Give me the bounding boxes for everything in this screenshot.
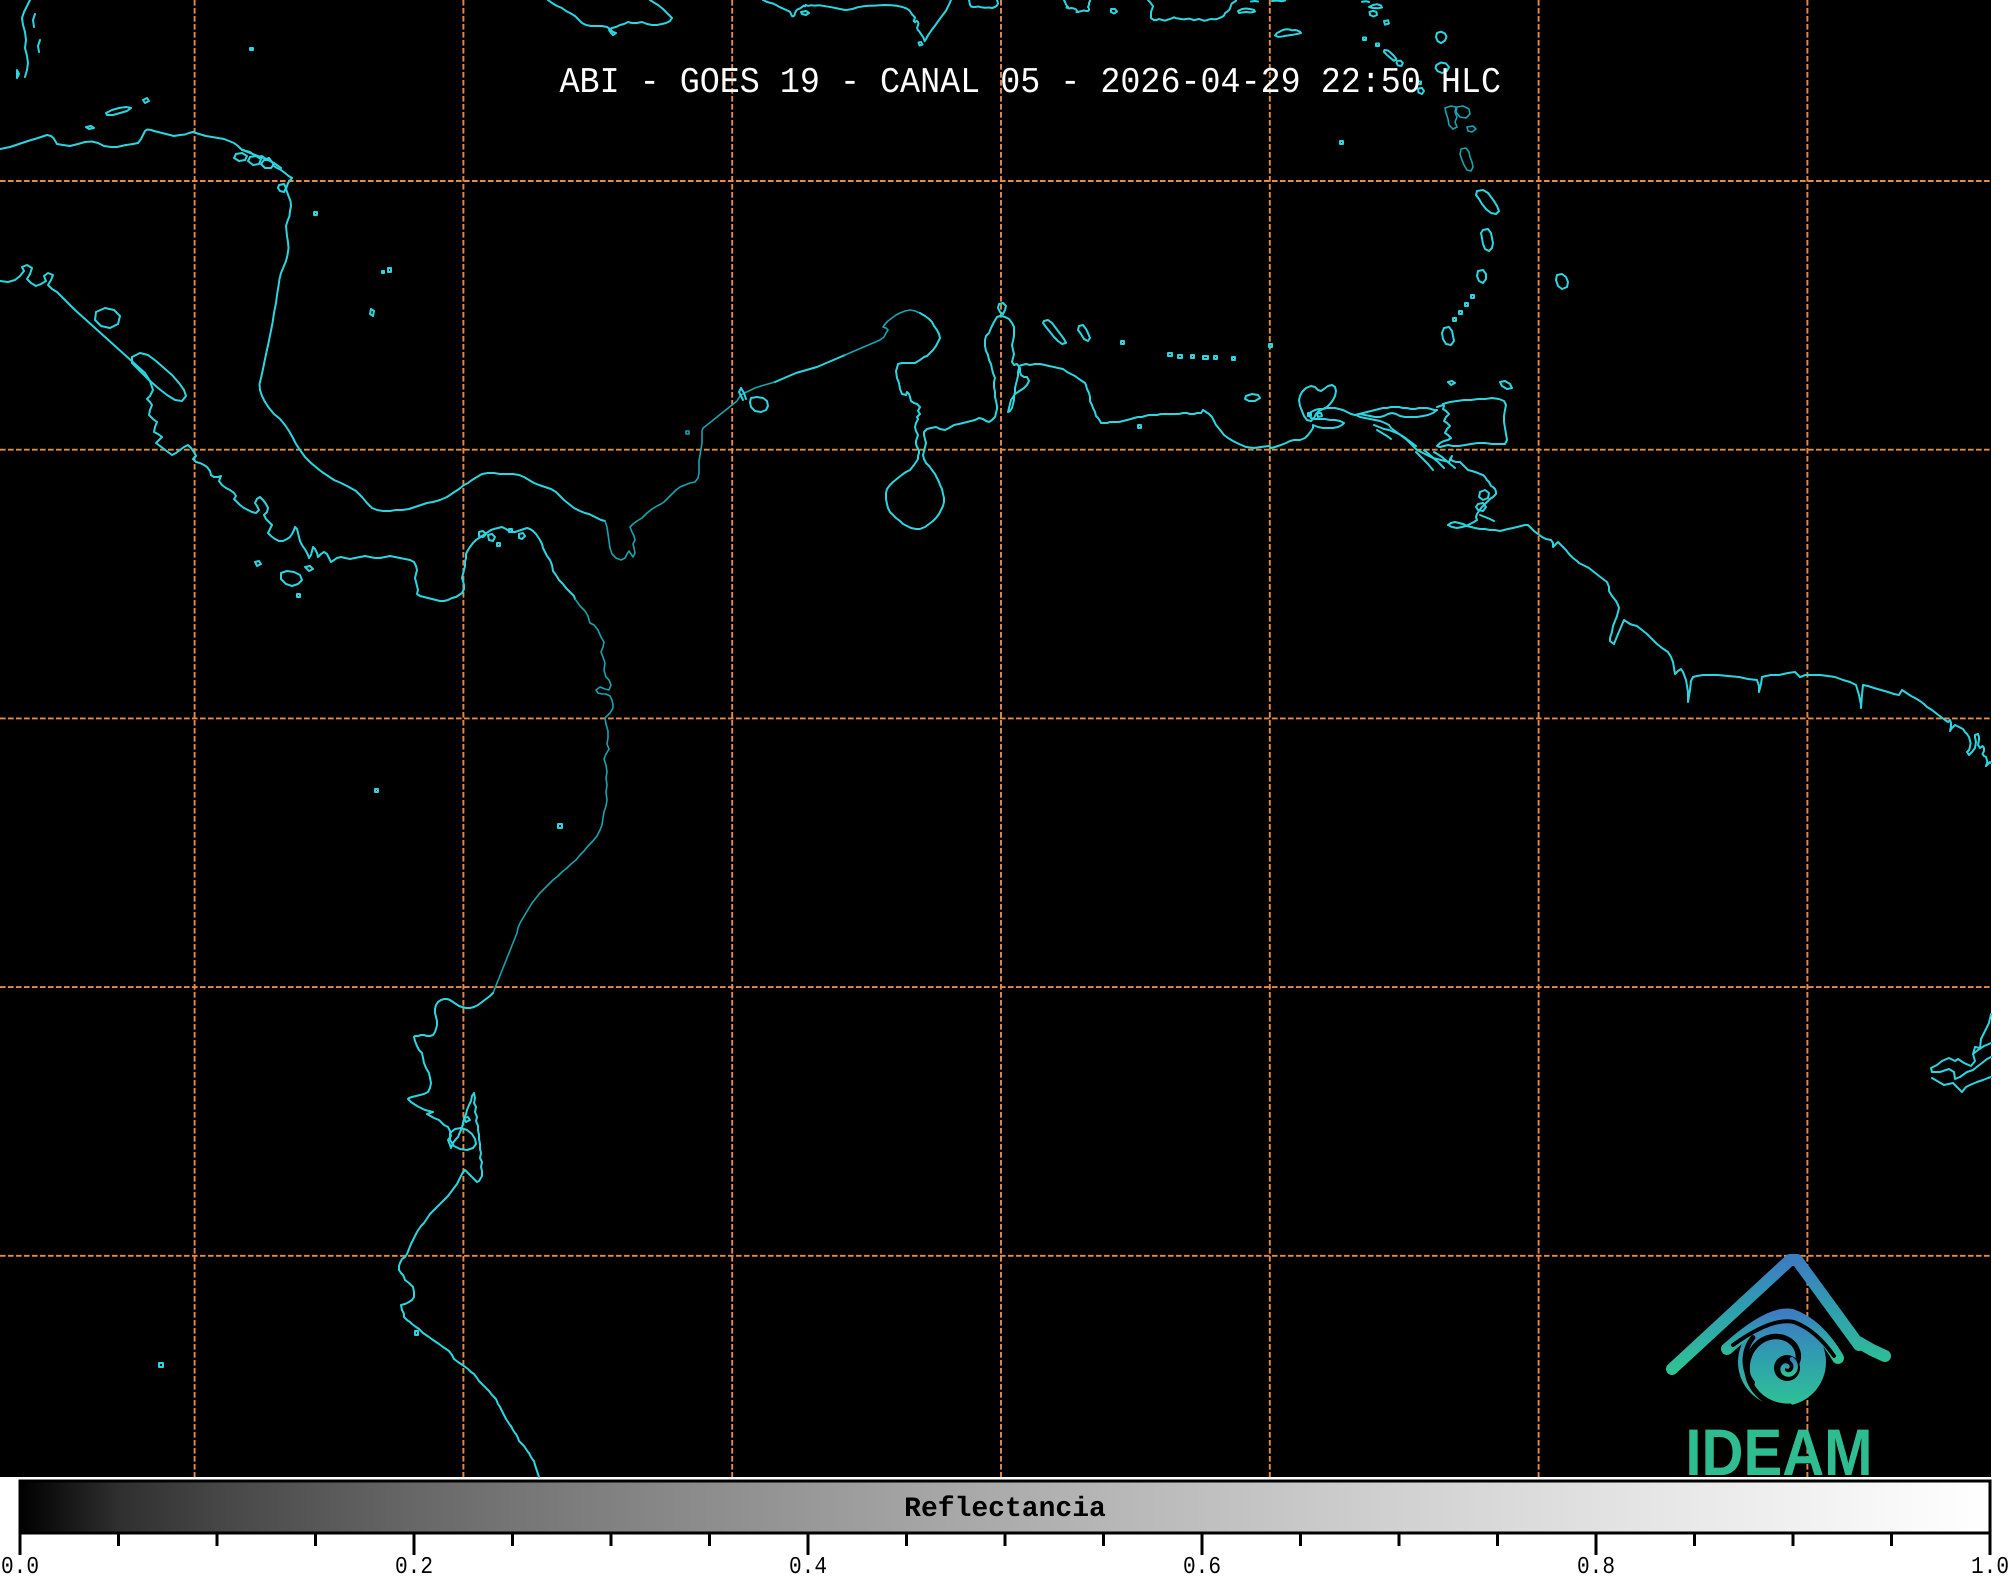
svg-text:0.8: 0.8 bbox=[1577, 1554, 1615, 1577]
svg-text:1.0: 1.0 bbox=[1971, 1554, 2009, 1577]
svg-text:0.0: 0.0 bbox=[1, 1554, 39, 1577]
svg-text:0.4: 0.4 bbox=[789, 1554, 827, 1577]
svg-text:0.6: 0.6 bbox=[1183, 1554, 1221, 1577]
svg-text:Reflectancia: Reflectancia bbox=[904, 1494, 1106, 1525]
svg-text:ABI - GOES 19 - CANAL 05 - 202: ABI - GOES 19 - CANAL 05 - 2026-04-29 22… bbox=[560, 62, 1502, 103]
svg-text:IDEAM: IDEAM bbox=[1685, 1415, 1872, 1489]
svg-text:0.2: 0.2 bbox=[395, 1554, 433, 1577]
